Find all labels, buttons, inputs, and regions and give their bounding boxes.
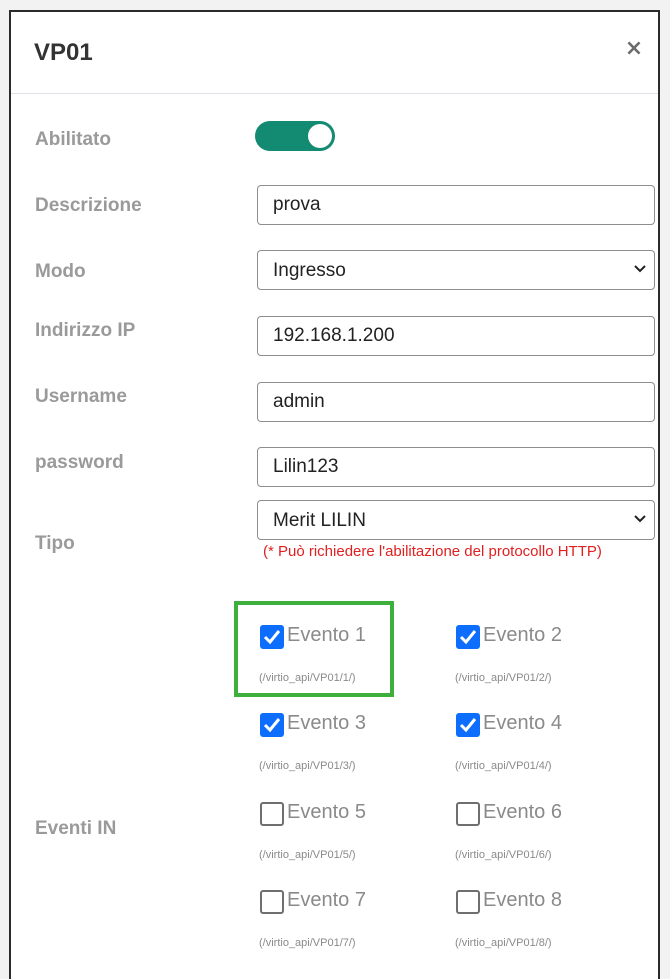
ip-address-input[interactable] xyxy=(257,316,655,356)
checkmark-icon xyxy=(263,718,281,733)
event-7-path: (/virtio_api/VP01/7/) xyxy=(259,937,356,949)
event-item: Evento 7 (/virtio_api/VP01/7/) xyxy=(255,882,445,952)
event-2-checkbox[interactable] xyxy=(456,625,480,649)
highlight-box xyxy=(234,601,394,697)
event-6-checkbox[interactable] xyxy=(456,802,480,826)
type-label: Tipo xyxy=(35,533,75,554)
description-input[interactable] xyxy=(257,185,655,225)
chevron-down-icon xyxy=(634,515,646,523)
ip-label: Indirizzo IP xyxy=(35,320,136,341)
event-4-checkbox[interactable] xyxy=(456,713,480,737)
mode-label: Modo xyxy=(35,261,86,282)
event-item: Evento 6 (/virtio_api/VP01/6/) xyxy=(451,794,641,864)
event-4-path: (/virtio_api/VP01/4/) xyxy=(455,760,552,772)
event-3-path: (/virtio_api/VP01/3/) xyxy=(259,760,356,772)
checkmark-icon xyxy=(459,630,477,645)
event-item: Evento 3 (/virtio_api/VP01/3/) xyxy=(255,705,445,775)
password-label: password xyxy=(35,452,124,473)
event-2-path: (/virtio_api/VP01/2/) xyxy=(455,672,552,684)
event-8-path: (/virtio_api/VP01/8/) xyxy=(455,937,552,949)
modal-header: VP01 × xyxy=(11,12,658,94)
mode-select-value: Ingresso xyxy=(273,260,346,281)
checkmark-icon xyxy=(459,718,477,733)
type-select-value: Merit LILIN xyxy=(273,510,366,531)
event-item: Evento 2 (/virtio_api/VP01/2/) xyxy=(451,617,641,687)
event-6-path: (/virtio_api/VP01/6/) xyxy=(455,849,552,861)
event-8-checkbox[interactable] xyxy=(456,890,480,914)
description-label: Descrizione xyxy=(35,195,142,216)
username-label: Username xyxy=(35,386,127,407)
event-5-label: Evento 5 xyxy=(287,801,366,823)
enabled-label: Abilitato xyxy=(35,129,111,150)
enabled-toggle[interactable] xyxy=(255,121,335,151)
event-item: Evento 8 (/virtio_api/VP01/8/) xyxy=(451,882,641,952)
events-in-label: Eventi IN xyxy=(35,818,117,839)
event-6-label: Evento 6 xyxy=(483,801,562,823)
mode-select[interactable]: Ingresso xyxy=(257,250,655,290)
event-3-checkbox[interactable] xyxy=(260,713,284,737)
event-7-label: Evento 7 xyxy=(287,889,366,911)
event-4-label: Evento 4 xyxy=(483,712,562,734)
event-2-label: Evento 2 xyxy=(483,624,562,646)
event-3-label: Evento 3 xyxy=(287,712,366,734)
event-5-path: (/virtio_api/VP01/5/) xyxy=(259,849,356,861)
username-input[interactable] xyxy=(257,382,655,422)
close-button[interactable]: × xyxy=(620,33,648,65)
event-5-checkbox[interactable] xyxy=(260,802,284,826)
modal-title: VP01 xyxy=(34,39,93,66)
type-select[interactable]: Merit LILIN xyxy=(257,500,655,540)
chevron-down-icon xyxy=(634,265,646,273)
event-item: Evento 4 (/virtio_api/VP01/4/) xyxy=(451,705,641,775)
http-protocol-note: (* Può richiedere l'abilitazione del pro… xyxy=(263,543,602,560)
event-8-label: Evento 8 xyxy=(483,889,562,911)
event-7-checkbox[interactable] xyxy=(260,890,284,914)
password-input[interactable] xyxy=(257,447,655,487)
toggle-knob xyxy=(308,124,332,148)
edit-device-modal: VP01 × Abilitato Descrizione Modo Ingres… xyxy=(9,10,660,979)
event-item: Evento 5 (/virtio_api/VP01/5/) xyxy=(255,794,445,864)
